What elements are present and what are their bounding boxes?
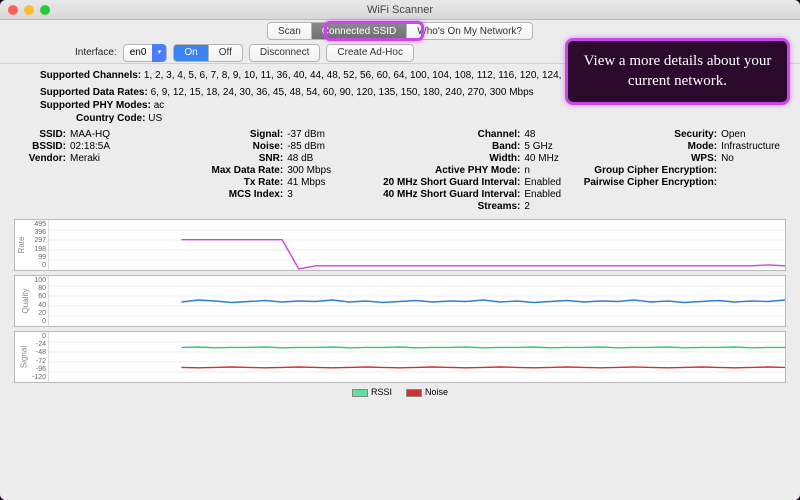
details-col-ssid: SSID:MAA-HQ BSSID:02:18:5A Vendor:Meraki bbox=[20, 128, 192, 213]
country-code-row: Country Code: US bbox=[14, 113, 786, 124]
details-col-security: Security:Open Mode:Infrastructure WPS:No… bbox=[561, 128, 780, 213]
legend-rssi: RSSI bbox=[352, 387, 392, 397]
rate-plot bbox=[49, 220, 785, 270]
details-grid: SSID:MAA-HQ BSSID:02:18:5A Vendor:Meraki… bbox=[14, 128, 786, 213]
details-col-channel: Channel:48 Band:5 GHz Width:40 MHz Activ… bbox=[364, 128, 561, 213]
titlebar: WiFi Scanner bbox=[0, 0, 800, 20]
chart-legend: RSSI Noise bbox=[14, 387, 786, 397]
content-pane: Supported Channels: 1, 2, 3, 4, 5, 6, 7,… bbox=[0, 64, 800, 500]
tab-whos-on-network[interactable]: Who's On My Network? bbox=[406, 22, 533, 40]
interface-label: Interface: bbox=[75, 47, 117, 58]
details-col-signal: Signal:-37 dBm Noise:-85 dBm SNR:48 dB M… bbox=[192, 128, 364, 213]
chart-signal: Signal 0-24-48-72-96-120 bbox=[14, 331, 786, 383]
chart-quality: Quality 100806040200 bbox=[14, 275, 786, 327]
tab-scan[interactable]: Scan bbox=[267, 22, 312, 40]
create-adhoc-button[interactable]: Create Ad-Hoc bbox=[326, 44, 414, 62]
callout-tooltip: View a more details about your current n… bbox=[565, 38, 790, 105]
quality-plot bbox=[49, 276, 785, 326]
signal-plot bbox=[49, 332, 785, 382]
power-on-button[interactable]: On bbox=[173, 44, 208, 62]
window-title: WiFi Scanner bbox=[0, 4, 800, 16]
disconnect-button[interactable]: Disconnect bbox=[249, 44, 320, 62]
power-toggle: On Off bbox=[173, 44, 243, 62]
legend-noise: Noise bbox=[406, 387, 448, 397]
interface-value: en0 bbox=[130, 47, 147, 58]
power-off-button[interactable]: Off bbox=[208, 44, 243, 62]
chevron-updown-icon: ▾ bbox=[152, 44, 166, 62]
tab-connected-ssid[interactable]: Connected SSID bbox=[311, 22, 408, 40]
charts-area: Rate 495396297198990 Quality 10080604020… bbox=[14, 219, 786, 397]
interface-select[interactable]: en0 ▾ bbox=[123, 44, 168, 62]
chart-rate: Rate 495396297198990 bbox=[14, 219, 786, 271]
